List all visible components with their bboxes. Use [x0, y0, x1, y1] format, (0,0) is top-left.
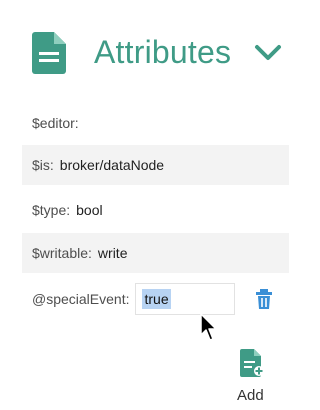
document-icon — [32, 32, 66, 74]
attribute-key: $type: — [32, 202, 71, 218]
attribute-key: @specialEvent: — [32, 291, 130, 307]
selected-text: true — [142, 289, 171, 309]
add-document-icon — [240, 349, 264, 377]
attribute-row-is[interactable]: $is: broker/dataNode — [22, 145, 289, 185]
attribute-row-special-event[interactable]: @specialEvent: true — [22, 279, 289, 319]
attribute-value: broker/dataNode — [59, 157, 165, 173]
mouse-cursor-icon — [200, 313, 217, 341]
trash-icon[interactable] — [255, 289, 273, 309]
add-attribute-button[interactable]: Add — [228, 345, 278, 409]
chevron-down-icon[interactable] — [254, 42, 282, 64]
attribute-value: write — [97, 245, 128, 261]
attribute-row-writable[interactable]: $writable: write — [22, 233, 289, 273]
attributes-header[interactable]: Attributes — [22, 26, 289, 86]
attribute-value: bool — [76, 202, 103, 218]
panel-title: Attributes — [94, 34, 232, 70]
attributes-panel: Attributes $editor: $is: broker/dataNode… — [0, 0, 289, 410]
attribute-key: $writable: — [32, 245, 92, 261]
attribute-key: $editor: — [32, 115, 79, 131]
attribute-value-input[interactable]: true — [135, 283, 236, 315]
add-button-label: Add — [237, 387, 264, 404]
attribute-row-editor[interactable]: $editor: — [22, 103, 289, 143]
attribute-key: $is: — [32, 157, 54, 173]
attribute-row-type[interactable]: $type: bool — [22, 190, 289, 230]
